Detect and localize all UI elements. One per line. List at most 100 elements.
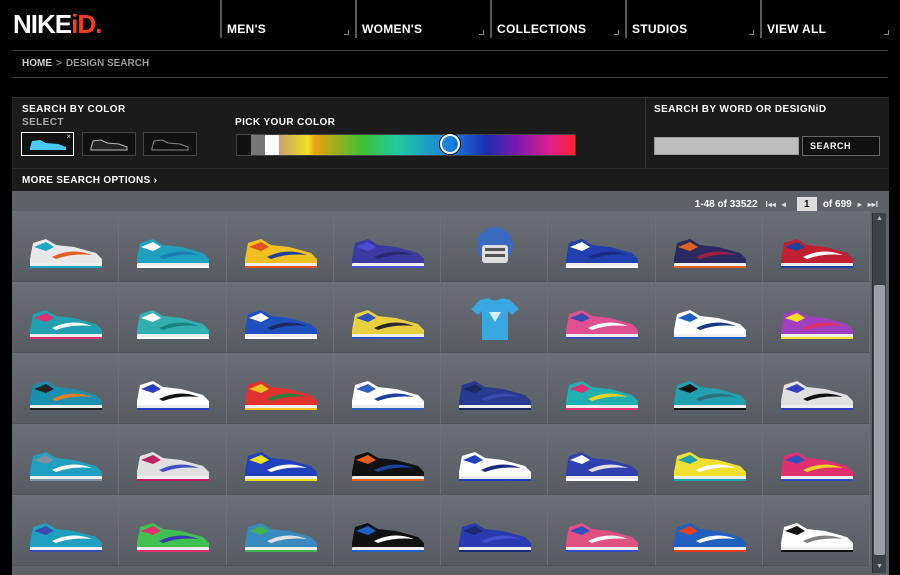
product-tile[interactable] <box>762 495 870 566</box>
scroll-up-icon[interactable]: ▲ <box>873 213 886 225</box>
last-page-icon[interactable]: ▸▸I <box>868 200 878 209</box>
shoe-image <box>30 523 102 552</box>
scrollbar-thumb[interactable] <box>874 285 885 555</box>
product-tile[interactable] <box>441 282 549 353</box>
product-tile[interactable] <box>441 211 549 282</box>
shoe-image <box>244 523 317 552</box>
product-tile[interactable] <box>441 353 549 424</box>
shoe-image <box>566 452 639 481</box>
search-input[interactable] <box>654 137 799 155</box>
nav-womens[interactable]: WOMEN'S <box>355 0 490 38</box>
shoe-image <box>566 523 639 552</box>
product-tile[interactable] <box>548 495 656 566</box>
more-search-options-link[interactable]: MORE SEARCH OPTIONS › <box>22 175 157 186</box>
shoe-image <box>244 452 317 481</box>
logo-main: NIKE <box>13 9 72 39</box>
shoe-image <box>30 381 102 410</box>
product-tile[interactable] <box>226 495 334 566</box>
next-page-icon[interactable]: ▸ <box>858 200 862 209</box>
shoe-image <box>673 239 746 268</box>
panel-divider-vertical <box>645 98 646 168</box>
product-tile[interactable] <box>333 424 441 495</box>
nav-view-all-label: VIEW ALL <box>767 22 827 36</box>
black-shoe-swatch[interactable] <box>143 132 197 156</box>
results-scrollbar[interactable]: ▲ ▼ <box>872 213 886 573</box>
nav-view-all[interactable]: VIEW ALL <box>760 0 895 38</box>
color-picker-handle[interactable] <box>440 134 460 154</box>
close-icon[interactable]: × <box>66 132 71 141</box>
product-tile[interactable] <box>333 495 441 566</box>
product-grid <box>12 211 870 575</box>
page-number-input[interactable]: 1 <box>796 196 817 212</box>
product-tile[interactable] <box>548 353 656 424</box>
shoe-image <box>673 310 746 339</box>
nav-collections-label: COLLECTIONS <box>497 22 587 36</box>
product-tile[interactable] <box>226 353 334 424</box>
shoe-image <box>137 381 210 410</box>
shoe-image <box>780 381 853 410</box>
product-tile[interactable] <box>441 495 549 566</box>
grey-shoe-swatch[interactable] <box>82 132 136 156</box>
panel-divider-horizontal <box>12 168 889 169</box>
nav-collections[interactable]: COLLECTIONS <box>490 0 625 38</box>
product-tile[interactable] <box>226 424 334 495</box>
product-tile[interactable] <box>655 282 763 353</box>
product-tile[interactable] <box>762 211 870 282</box>
product-tile[interactable] <box>12 211 120 282</box>
select-label: SELECT <box>22 117 64 128</box>
product-tile[interactable] <box>119 211 227 282</box>
nav-mens[interactable]: MEN'S <box>220 0 355 38</box>
color-picker-bar[interactable] <box>236 134 576 156</box>
shoe-image <box>459 523 531 552</box>
shoe-image <box>459 381 531 410</box>
light-blue-shoe-swatch[interactable]: × <box>21 132 74 156</box>
nikeid-logo[interactable]: NIKEiD. <box>13 9 102 40</box>
product-tile[interactable] <box>119 282 227 353</box>
search-button[interactable]: SEARCH <box>802 136 880 156</box>
product-tile[interactable] <box>762 424 870 495</box>
product-tile[interactable] <box>12 353 120 424</box>
product-tile[interactable] <box>333 353 441 424</box>
corner-marker-icon <box>614 30 619 35</box>
first-page-icon[interactable]: I◂◂ <box>766 200 776 209</box>
product-tile[interactable] <box>119 353 227 424</box>
prev-page-icon[interactable]: ◂ <box>782 200 786 209</box>
color-spectrum[interactable] <box>279 135 575 155</box>
product-tile[interactable] <box>655 424 763 495</box>
shoe-icon <box>90 139 128 151</box>
product-tile[interactable] <box>119 424 227 495</box>
product-tile[interactable] <box>119 495 227 566</box>
product-tile[interactable] <box>333 282 441 353</box>
product-tile[interactable] <box>655 211 763 282</box>
breadcrumb: HOME > DESIGN SEARCH <box>22 58 149 69</box>
shoe-image <box>351 523 424 552</box>
nav-studios[interactable]: STUDIOS <box>625 0 760 38</box>
shoe-image <box>137 452 210 481</box>
product-tile[interactable] <box>12 424 120 495</box>
product-tile[interactable] <box>655 353 763 424</box>
shoe-image <box>673 523 746 552</box>
shoe-image <box>780 239 853 268</box>
breadcrumb-home[interactable]: HOME <box>22 58 52 69</box>
product-tile[interactable] <box>12 495 120 566</box>
product-tile[interactable] <box>12 282 120 353</box>
scroll-down-icon[interactable]: ▼ <box>873 561 886 573</box>
total-pages: of 699 <box>822 198 852 210</box>
product-tile[interactable] <box>548 211 656 282</box>
search-by-color-title: SEARCH BY COLOR <box>22 104 126 115</box>
shoe-image <box>351 452 424 481</box>
shoe-image <box>459 452 531 481</box>
product-tile[interactable] <box>548 282 656 353</box>
more-options-label: MORE SEARCH OPTIONS <box>22 175 151 186</box>
greyscale-swatches[interactable] <box>237 135 279 155</box>
main-nav: MEN'S WOMEN'S COLLECTIONS STUDIOS VIEW A… <box>220 0 895 38</box>
results-area: 1-48 of 33522 I◂◂ ◂ 1 of 699 ▸ ▸▸I ▲ ▼ <box>12 191 889 575</box>
product-tile[interactable] <box>441 424 549 495</box>
product-tile[interactable] <box>762 282 870 353</box>
product-tile[interactable] <box>762 353 870 424</box>
product-tile[interactable] <box>226 282 334 353</box>
product-tile[interactable] <box>548 424 656 495</box>
product-tile[interactable] <box>333 211 441 282</box>
product-tile[interactable] <box>226 211 334 282</box>
product-tile[interactable] <box>655 495 763 566</box>
